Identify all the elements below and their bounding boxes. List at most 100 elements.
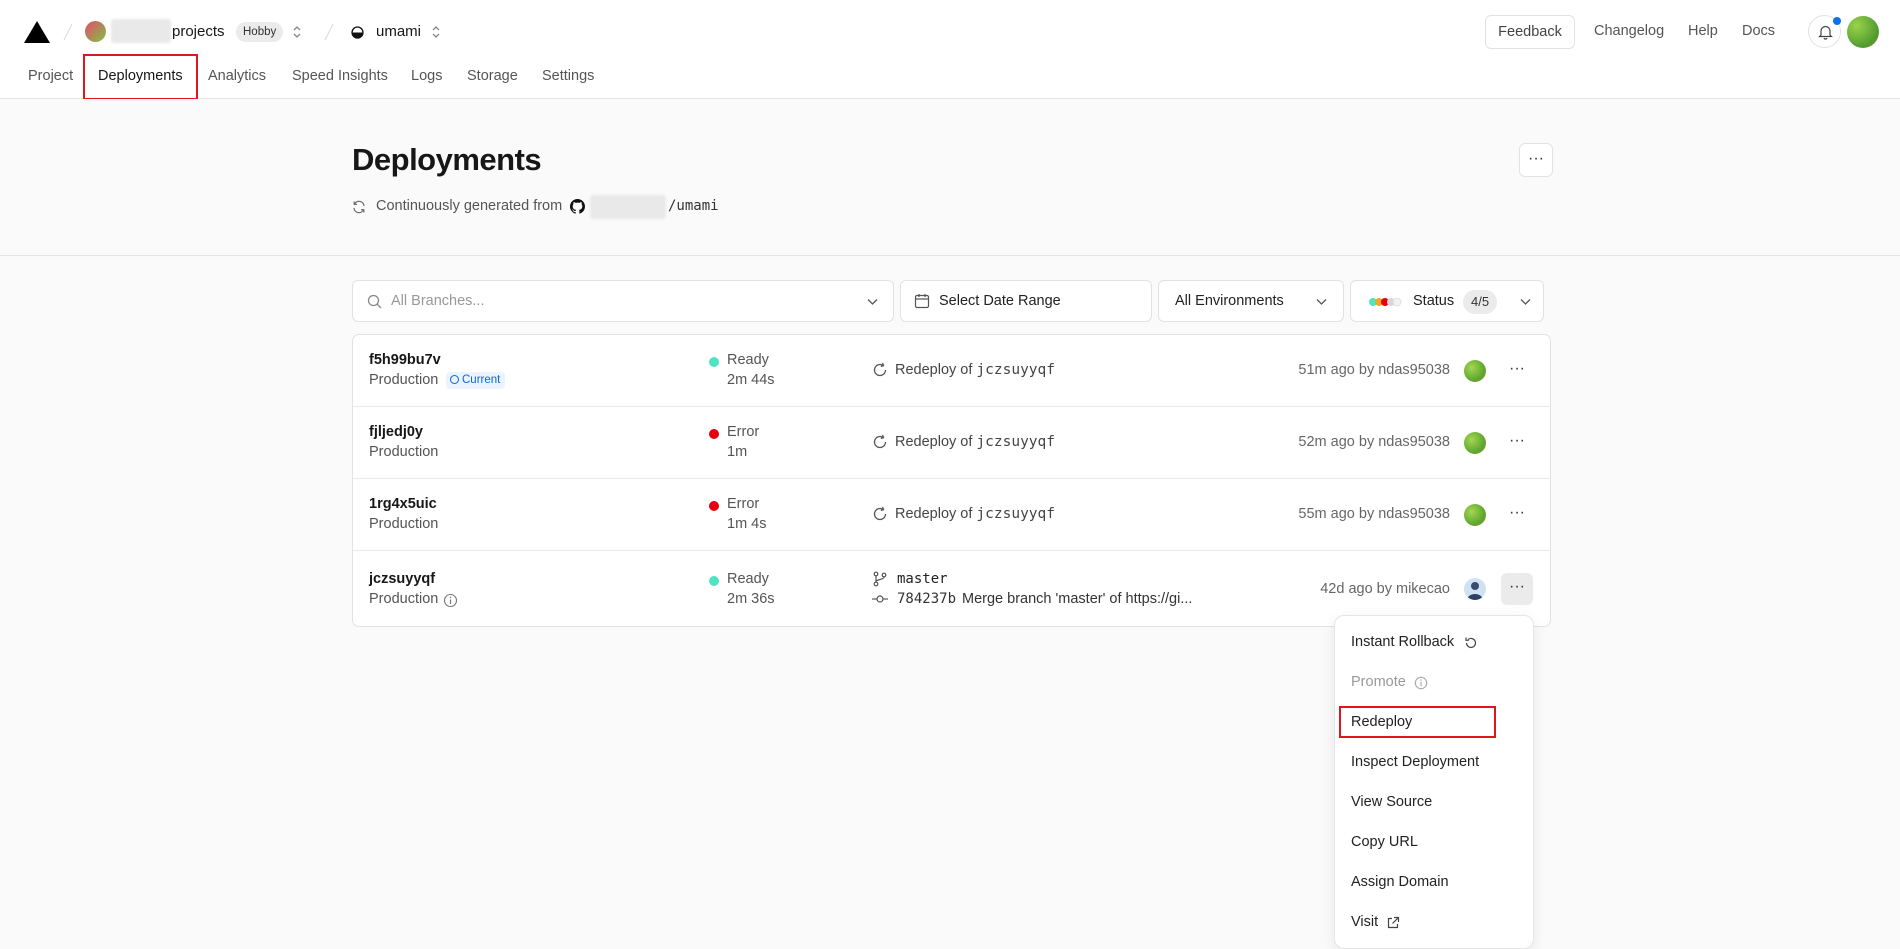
bell-icon [1818,25,1833,40]
deployment-actions-menu: Instant Rollback Promote Redeploy Inspec… [1334,615,1534,949]
search-icon [367,294,382,309]
team-switcher-icon[interactable] [291,22,303,42]
date-range-filter[interactable]: Select Date Range [900,280,1152,322]
status-dot [709,357,719,367]
feedback-button[interactable]: Feedback [1485,15,1575,49]
deployment-id[interactable]: fjljedj0y [369,424,423,440]
tab-speed-insights[interactable]: Speed Insights [292,68,388,84]
page-title: Deployments [352,142,542,177]
top-header: projects Hobby umami Feedback Changelog … [0,0,1900,100]
menu-item-assign-domain[interactable]: Assign Domain [1351,874,1449,890]
changelog-link[interactable]: Changelog [1594,23,1664,39]
deployment-status: Error [727,424,760,440]
github-icon [570,199,585,214]
row-more-button[interactable]: ··· [1501,499,1533,531]
deployment-environment: Production [369,516,439,532]
table-row[interactable]: f5h99bu7v Production Current Ready 2m 44… [353,335,1550,407]
redeploy-icon [873,506,887,521]
project-name[interactable]: umami [376,23,421,40]
menu-item-inspect-deployment[interactable]: Inspect Deployment [1351,754,1479,770]
git-branch-icon [873,571,887,587]
project-icon [351,26,364,39]
table-row[interactable]: 1rg4x5uic Production Error 1m 4s Redeplo… [353,479,1550,551]
deployment-source: Redeploy of jczsuyyqf [895,506,1055,522]
menu-item-label: Inspect Deployment [1351,754,1480,770]
source-ref[interactable]: jczsuyyqf [976,506,1055,522]
row-more-button[interactable]: ··· [1501,573,1533,605]
slash-separator-icon [63,23,73,41]
menu-item-label: Assign Domain [1351,874,1449,890]
info-icon[interactable] [443,593,458,608]
environment-filter[interactable]: All Environments [1158,280,1344,322]
status-dot [709,576,719,586]
deployment-status: Ready [727,571,769,587]
vercel-logo-icon[interactable] [24,21,50,43]
menu-item-label: Promote [1351,674,1406,690]
table-row[interactable]: fjljedj0y Production Error 1m Redeploy o… [353,407,1550,479]
repo-name[interactable]: /umami [668,198,719,214]
deployment-duration: 2m 36s [727,591,775,607]
page-more-button[interactable]: ··· [1519,143,1553,177]
status-dot [709,501,719,511]
source-prefix: Redeploy of [895,434,973,450]
source-ref[interactable]: jczsuyyqf [976,434,1055,450]
commit-info[interactable]: 784237b Merge branch 'master' of https://… [897,591,1192,607]
user-avatar[interactable] [1847,16,1879,48]
deployment-source: Redeploy of jczsuyyqf [895,362,1055,378]
notification-dot [1833,17,1841,25]
team-name[interactable]: projects [172,23,225,40]
date-range-label: Select Date Range [939,293,1061,309]
commit-hash[interactable]: 784237b [897,591,956,607]
deployment-status: Error [727,496,760,512]
branch-name[interactable]: master [897,571,948,587]
redeploy-icon [873,362,887,377]
deployment-environment: Production [369,444,439,460]
status-filter[interactable]: Status 4/5 [1350,280,1544,322]
row-more-button[interactable]: ··· [1501,355,1533,387]
deployment-source: Redeploy of jczsuyyqf [895,434,1055,450]
menu-item-label: Copy URL [1351,834,1418,850]
deployment-time-author: 51m ago by ndas95038 [1298,362,1450,378]
menu-item-copy-url[interactable]: Copy URL [1351,834,1418,850]
external-link-icon [1387,916,1400,929]
deployment-id[interactable]: f5h99bu7v [369,352,441,368]
redeploy-icon [873,434,887,449]
deployment-time-author: 42d ago by mikecao [1320,581,1450,597]
deployment-environment: Production [369,372,439,388]
source-prefix: Redeploy of [895,506,973,522]
menu-item-instant-rollback[interactable]: Instant Rollback [1351,634,1454,650]
source-ref[interactable]: jczsuyyqf [976,362,1055,378]
tab-analytics[interactable]: Analytics [208,68,266,84]
tab-storage[interactable]: Storage [467,68,518,84]
redacted-team-prefix [111,19,171,43]
author-avatar [1464,504,1486,526]
docs-link[interactable]: Docs [1742,23,1775,39]
menu-item-visit[interactable]: Visit [1351,914,1378,930]
menu-item-view-source[interactable]: View Source [1351,794,1432,810]
deployments-table: f5h99bu7v Production Current Ready 2m 44… [352,334,1551,627]
tab-project[interactable]: Project [28,68,73,84]
menu-item-promote: Promote [1351,674,1406,690]
deployment-time-author: 52m ago by ndas95038 [1298,434,1450,450]
commit-message: Merge branch 'master' of https://gi... [962,591,1193,607]
chevron-down-icon [1520,299,1531,305]
plan-badge: Hobby [236,22,284,42]
status-dots-icon [1369,297,1402,307]
status-filter-label: Status [1413,293,1455,309]
deployment-id[interactable]: 1rg4x5uic [369,496,437,512]
deployment-id[interactable]: jczsuyyqf [369,571,435,587]
branch-filter[interactable]: All Branches... [352,280,894,322]
tab-logs[interactable]: Logs [411,68,442,84]
menu-item-label: Visit [1351,914,1379,930]
project-switcher-icon[interactable] [430,22,442,42]
tab-settings[interactable]: Settings [542,68,594,84]
person-avatar-icon [1467,582,1483,600]
rollback-icon [1465,637,1477,649]
deployment-environment: Production [369,591,439,607]
team-avatar[interactable] [85,21,106,42]
menu-item-label: Instant Rollback [1351,634,1455,650]
help-link[interactable]: Help [1688,23,1718,39]
row-more-button[interactable]: ··· [1501,427,1533,459]
status-dot [709,429,719,439]
git-commit-icon [872,595,888,603]
